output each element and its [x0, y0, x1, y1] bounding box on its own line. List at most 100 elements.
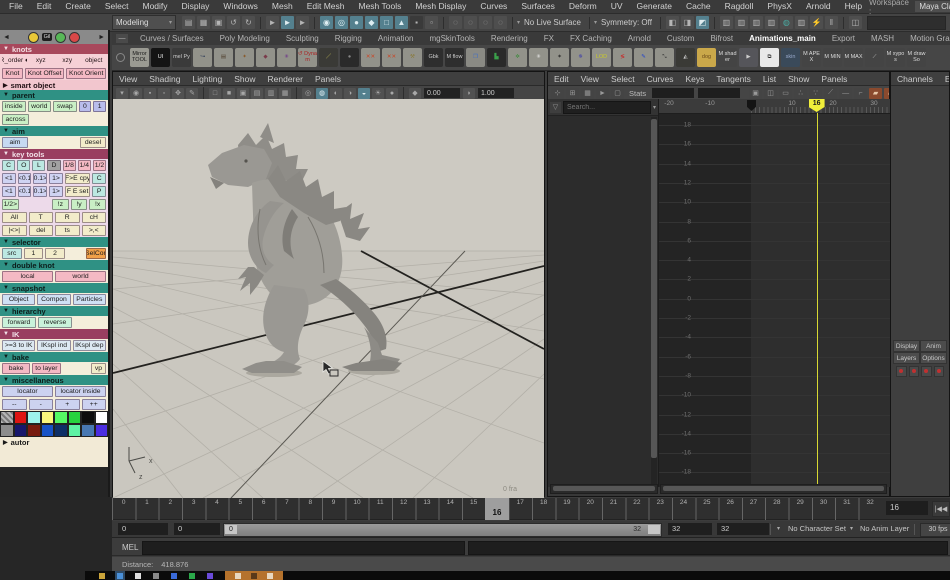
key-tools-0-1-button[interactable]: 0.1> — [33, 186, 47, 197]
parent-1-button[interactable]: 1 — [93, 101, 106, 112]
ge-menu-list[interactable]: List — [757, 73, 782, 85]
parent-across-button[interactable]: across — [2, 114, 29, 125]
break-tangent-icon[interactable]: ▰ — [869, 88, 882, 99]
layer-dot[interactable] — [909, 366, 920, 377]
shelf-tab-fx[interactable]: FX — [536, 33, 562, 45]
menu-mesh[interactable]: Mesh — [265, 0, 300, 13]
key-tools-r-button[interactable]: R — [55, 212, 80, 223]
anim-layer-label[interactable]: No Anim Layer — [860, 523, 909, 535]
scroll-right-icon[interactable]: ► — [98, 34, 105, 41]
key-tools-f-e-cpy-button[interactable]: F>E cpy — [65, 173, 90, 184]
linear-tangent-icon[interactable]: ⟋ — [824, 88, 837, 99]
snapshot-particles-button[interactable]: Particles — [73, 294, 106, 305]
frame-12[interactable]: 12 — [392, 498, 415, 520]
menu-mesh-display[interactable]: Mesh Display — [408, 0, 473, 13]
shelf-tab-fx-caching[interactable]: FX Caching — [562, 33, 620, 45]
region-icon[interactable]: ▢ — [611, 88, 624, 99]
section-header-hierarchy[interactable]: ▼hierarchy — [0, 306, 108, 316]
textured-icon[interactable]: ▣ — [237, 88, 249, 99]
snap-point[interactable]: ● — [350, 16, 363, 29]
shelf-menu-icon[interactable]: — — [116, 34, 128, 43]
shelf-tab-poly-modeling[interactable]: Poly Modeling — [212, 33, 278, 45]
playhead-line[interactable] — [817, 113, 818, 487]
vp-menu-renderer[interactable]: Renderer — [262, 73, 309, 85]
anim-end-field[interactable]: 32 — [717, 523, 769, 535]
menu-edit[interactable]: Edit — [30, 0, 59, 13]
frame-23[interactable]: 23 — [649, 498, 672, 520]
app-white[interactable] — [135, 573, 141, 579]
pause[interactable]: ‖ — [825, 16, 838, 29]
render-ops[interactable]: ◌ — [479, 16, 492, 29]
miscellaneous-item-button[interactable]: ++ — [82, 399, 107, 410]
color-swatch[interactable] — [27, 424, 41, 437]
screen-ao-icon[interactable]: ▦ — [279, 88, 291, 99]
range-start-field[interactable]: 0 — [174, 523, 220, 535]
menu-uv[interactable]: UV — [604, 0, 630, 13]
shelf-icon-curve-keys[interactable]: ~• — [193, 48, 212, 67]
range-handle-right[interactable] — [648, 525, 660, 534]
aim-desel-button[interactable]: desel — [80, 137, 106, 148]
section-header-miscellaneous[interactable]: ▼miscellaneous — [0, 375, 108, 385]
frame-all-icon[interactable]: ▣ — [749, 88, 762, 99]
scroll-left-icon[interactable]: ◄ — [3, 34, 10, 41]
shelf-tab-mash[interactable]: MASH — [863, 33, 902, 45]
key-tools-c-button[interactable]: C — [92, 173, 106, 184]
frame-31[interactable]: 31 — [835, 498, 858, 520]
ge-menu-show[interactable]: Show — [782, 73, 815, 85]
color-swatch[interactable] — [81, 424, 95, 437]
selector-src-button[interactable]: src — [2, 248, 22, 259]
range-handle-left[interactable]: 0 — [225, 525, 237, 534]
sidebar-toggle[interactable]: ◫ — [849, 16, 862, 29]
texture-view-icon[interactable]: ◒ — [358, 88, 370, 99]
xray-icon[interactable]: ◍ — [316, 88, 328, 99]
time-slider[interactable]: 0123456789101112131415161718192021222324… — [112, 498, 950, 520]
key-tools-0-1-button[interactable]: 0.1> — [33, 173, 47, 184]
render-current[interactable]: ▥ — [720, 16, 733, 29]
color-swatch[interactable] — [14, 411, 28, 424]
menu-display[interactable]: Display — [175, 0, 217, 13]
shelf-icon-gbk-script[interactable]: Gbk — [424, 48, 443, 67]
exposure-icon[interactable]: ◆ — [409, 88, 421, 99]
redo[interactable]: ↻ — [242, 16, 255, 29]
knots-knot-orient-button[interactable]: Knot Orient — [66, 68, 106, 79]
chevron-down-icon[interactable]: ▾ — [850, 523, 853, 535]
shelf-tab-motion-graphics[interactable]: Motion Graphics — [902, 33, 950, 45]
key-tools-1-2-button[interactable]: 1/2> — [2, 199, 19, 210]
key-tools-1-8-button[interactable]: 1/8 — [63, 160, 76, 171]
shelf-icon-sword[interactable]: ／ — [319, 48, 338, 67]
open-scene[interactable]: ▦ — [197, 16, 210, 29]
color-swatch[interactable] — [41, 411, 55, 424]
shelf-tab-arnold[interactable]: Arnold — [620, 33, 659, 45]
shelf-icon-cross-orange-1[interactable]: ✕✕ — [361, 48, 380, 67]
double-knot-local-button[interactable]: local — [2, 271, 53, 282]
search-input[interactable] — [563, 101, 651, 114]
frame-26[interactable]: 26 — [719, 498, 742, 520]
menu-select[interactable]: Select — [98, 0, 136, 13]
undo[interactable]: ↺ — [227, 16, 240, 29]
menu-arnold[interactable]: Arnold — [799, 0, 838, 13]
key-tools-c-button[interactable]: C — [2, 160, 15, 171]
parent-world-button[interactable]: world — [28, 101, 52, 112]
paint-select[interactable]: ► — [296, 16, 309, 29]
selector-2-button[interactable]: 2 — [45, 248, 65, 259]
playback-button[interactable]: |◀◀ — [932, 501, 950, 517]
image-plane-icon[interactable]: ▫ — [158, 88, 170, 99]
shelf-icon-ui-script[interactable]: UI — [151, 48, 170, 67]
menu-surfaces[interactable]: Surfaces — [514, 0, 562, 13]
bookmark-icon[interactable]: ▪ — [144, 88, 156, 99]
frame-11[interactable]: 11 — [369, 498, 392, 520]
selector-selcon-button[interactable]: SelCon — [86, 248, 106, 259]
shelf-icon-diamond-tool[interactable]: ◆ — [256, 48, 275, 67]
outliner-horizontal-scrollbar[interactable] — [550, 484, 658, 494]
snapshot-compon-button[interactable]: Compon — [37, 294, 70, 305]
spline-tangent-icon[interactable]: ∴ — [794, 88, 807, 99]
ge-menu-keys[interactable]: Keys — [680, 73, 711, 85]
key-tools-l-button[interactable]: L — [32, 160, 45, 171]
key-tools-0-1-button[interactable]: <0.1 — [18, 173, 32, 184]
key-tools-del-button[interactable]: del — [29, 225, 54, 236]
menu-cache[interactable]: Cache — [679, 0, 718, 13]
graph-curve-area[interactable]: 181614121086420-2-4-6-8-10-12-14-16-18 -… — [659, 99, 890, 487]
key-tools-p-button[interactable]: P — [92, 186, 106, 197]
frame-22[interactable]: 22 — [625, 498, 648, 520]
key-tools-1-2-button[interactable]: 1/2 — [93, 160, 106, 171]
